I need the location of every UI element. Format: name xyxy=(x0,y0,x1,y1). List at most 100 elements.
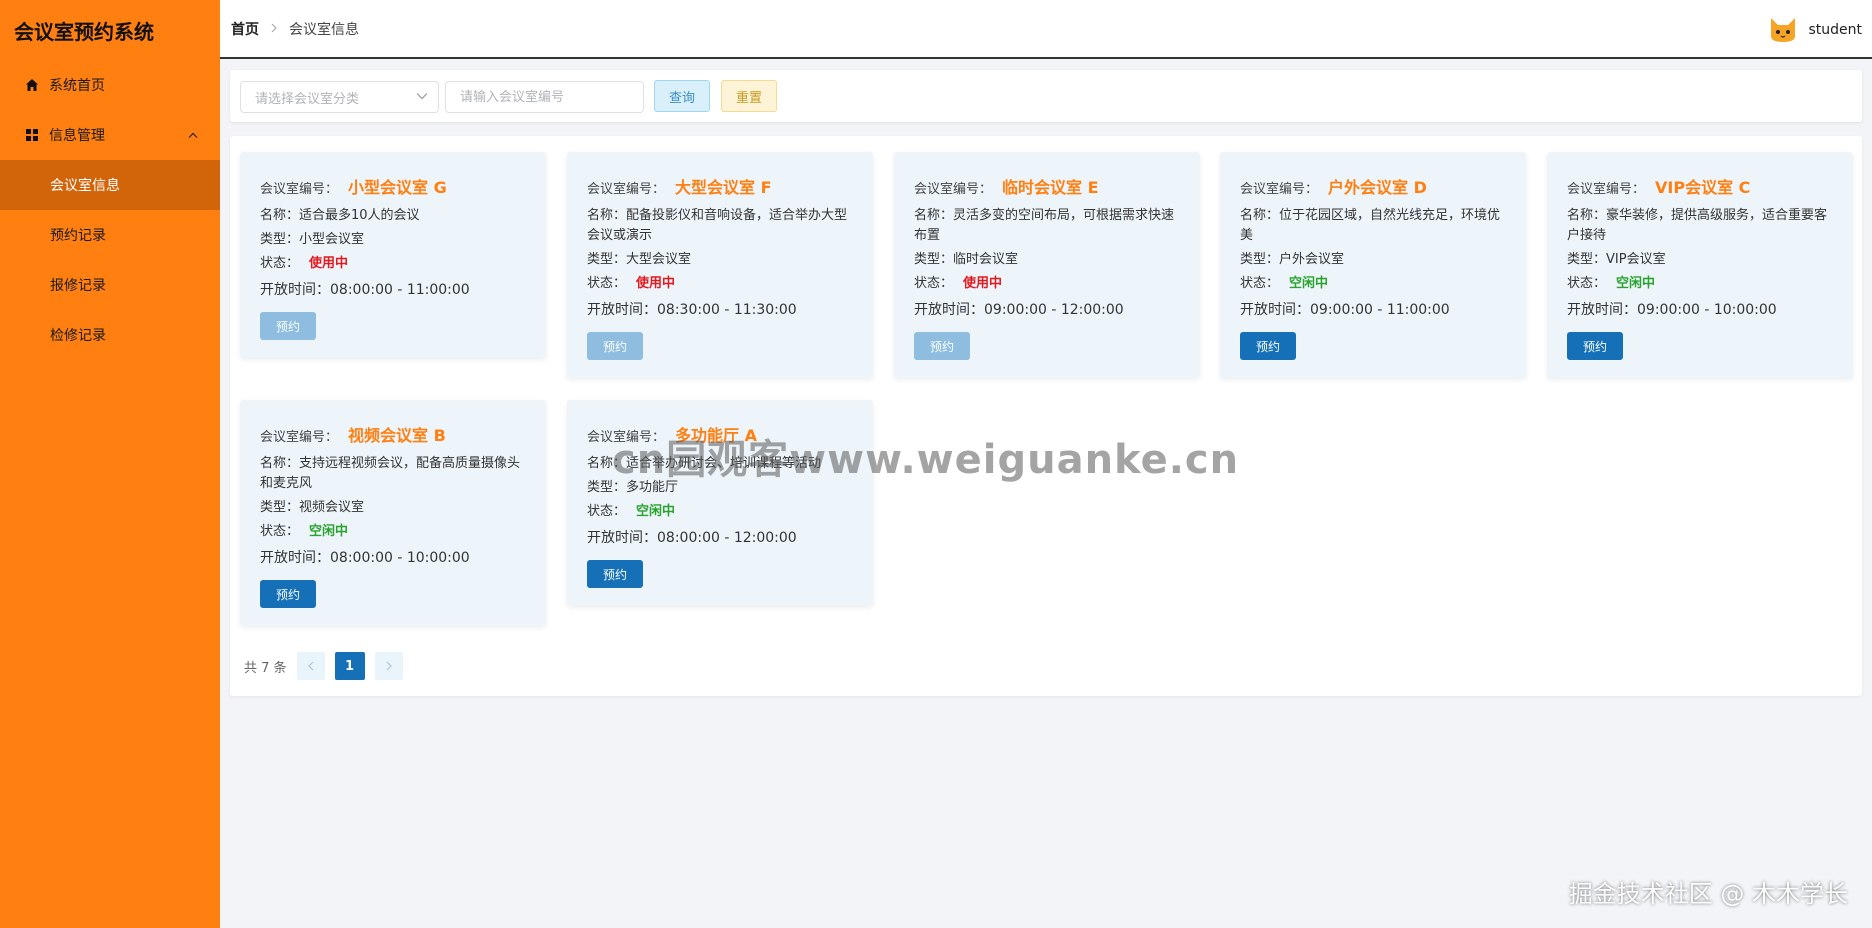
username: student xyxy=(1808,22,1862,38)
next-page-button[interactable] xyxy=(374,652,403,680)
room-title-row: 会议室编号： 临时会议室 E xyxy=(914,174,1180,198)
book-button[interactable]: 预约 xyxy=(260,312,316,340)
room-title-row: 会议室编号： 视频会议室 B xyxy=(260,422,526,446)
breadcrumb: 首页 会议室信息 xyxy=(220,19,359,39)
room-title: 临时会议室 E xyxy=(1002,178,1099,197)
room-title-row: 会议室编号： VIP会议室 C xyxy=(1567,174,1833,198)
room-type-row: 类型：大型会议室 xyxy=(587,250,853,270)
room-title: VIP会议室 C xyxy=(1655,178,1751,197)
sidebar-item-label: 系统首页 xyxy=(49,78,105,94)
sidebar-item-label: 会议室信息 xyxy=(50,178,120,194)
status-badge: 使用中 xyxy=(309,256,349,271)
chevron-left-icon xyxy=(307,661,313,671)
total-count: 共 7 条 xyxy=(244,660,287,676)
room-hours-row: 开放时间：09:00:00 - 11:00:00 xyxy=(1240,300,1506,320)
book-button[interactable]: 预约 xyxy=(1567,332,1623,360)
user-menu[interactable]: student xyxy=(1768,16,1862,44)
status-badge: 使用中 xyxy=(636,276,676,291)
chevron-up-icon xyxy=(188,129,198,142)
reset-button[interactable]: 重置 xyxy=(721,80,777,112)
status-badge: 空闲中 xyxy=(1616,276,1656,291)
room-code-input[interactable] xyxy=(445,81,644,113)
status-badge: 空闲中 xyxy=(309,524,349,539)
room-type: VIP会议室 xyxy=(1606,252,1666,267)
room-status-label: 状态： xyxy=(260,256,300,271)
room-status-label: 状态： xyxy=(587,276,627,291)
room-title: 户外会议室 D xyxy=(1328,178,1427,197)
cat-avatar-icon xyxy=(1768,16,1798,44)
room-type-label: 类型： xyxy=(260,232,300,247)
sidebar-item-inspection-records[interactable]: 检修记录 xyxy=(0,310,220,360)
top-header: 首页 会议室信息 student xyxy=(220,0,1872,59)
chevron-right-icon xyxy=(271,22,277,36)
prev-page-button[interactable] xyxy=(296,652,325,680)
sidebar-item-label: 检修记录 xyxy=(50,328,106,344)
room-type-label: 类型： xyxy=(1240,252,1280,267)
room-type-label: 类型： xyxy=(914,252,954,267)
book-button[interactable]: 预约 xyxy=(914,332,970,360)
pagination: 共 7 条 1 xyxy=(244,652,403,680)
breadcrumb-current: 会议室信息 xyxy=(289,21,359,38)
room-title-row: 会议室编号： 大型会议室 F xyxy=(587,174,853,198)
sidebar-item-label: 信息管理 xyxy=(49,128,105,144)
room-hours-row: 开放时间：08:00:00 - 10:00:00 xyxy=(260,548,526,568)
category-placeholder: 请选择会议室分类 xyxy=(255,91,360,107)
room-type-row: 类型：VIP会议室 xyxy=(1567,250,1833,270)
room-title-row: 会议室编号： 小型会议室 G xyxy=(260,174,526,198)
category-select[interactable]: 请选择会议室分类 xyxy=(240,81,439,113)
sidebar-item-repair-records[interactable]: 报修记录 xyxy=(0,260,220,310)
room-code-label: 会议室编号： xyxy=(587,182,666,197)
room-type-row: 类型：临时会议室 xyxy=(914,250,1180,270)
room-name-row: 名称：灵活多变的空间布局，可根据需求快速布置 xyxy=(914,206,1180,246)
room-hours: 09:00:00 - 11:00:00 xyxy=(1310,302,1450,318)
book-button[interactable]: 预约 xyxy=(587,332,643,360)
room-status-row: 状态： 空闲中 xyxy=(587,502,853,522)
room-hours-row: 开放时间：09:00:00 - 10:00:00 xyxy=(1567,300,1833,320)
room-status-label: 状态： xyxy=(914,276,954,291)
room-hours-label: 开放时间： xyxy=(587,530,657,546)
room-hours-label: 开放时间： xyxy=(587,302,657,318)
book-button[interactable]: 预约 xyxy=(260,580,316,608)
breadcrumb-home[interactable]: 首页 xyxy=(231,19,259,39)
room-hours-label: 开放时间： xyxy=(1567,302,1637,318)
room-type-row: 类型：视频会议室 xyxy=(260,498,526,518)
book-button[interactable]: 预约 xyxy=(1240,332,1296,360)
room-type-row: 类型：户外会议室 xyxy=(1240,250,1506,270)
sidebar-item-home[interactable]: 系统首页 xyxy=(0,60,220,110)
query-button[interactable]: 查询 xyxy=(654,80,710,112)
room-name-label: 名称： xyxy=(260,456,300,471)
room-hours: 09:00:00 - 10:00:00 xyxy=(1637,302,1777,318)
room-status-row: 状态： 使用中 xyxy=(587,274,853,294)
room-code-label: 会议室编号： xyxy=(1240,182,1319,197)
room-code-label: 会议室编号： xyxy=(260,182,339,197)
room-title-row: 会议室编号： 户外会议室 D xyxy=(1240,174,1506,198)
chevron-down-icon xyxy=(416,90,428,103)
room-name-row: 名称：支持远程视频会议，配备高质量摄像头和麦克风 xyxy=(260,454,526,494)
status-badge: 使用中 xyxy=(963,276,1003,291)
room-card: 会议室编号： 小型会议室 G 名称：适合最多10人的会议 类型：小型会议室 状态： 使用中… xyxy=(240,152,546,358)
room-hours-row: 开放时间：09:00:00 - 12:00:00 xyxy=(914,300,1180,320)
grid-icon xyxy=(24,127,40,143)
page-number[interactable]: 1 xyxy=(334,652,365,680)
room-status-row: 状态： 空闲中 xyxy=(1567,274,1833,294)
room-card: 会议室编号： VIP会议室 C 名称：豪华装修，提供高级服务，适合重要客户接待类型：… xyxy=(1547,152,1853,378)
room-status-row: 状态： 使用中 xyxy=(914,274,1180,294)
room-code-label: 会议室编号： xyxy=(260,430,339,445)
sidebar-item-booking-records[interactable]: 预约记录 xyxy=(0,210,220,260)
room-hours-label: 开放时间： xyxy=(1240,302,1310,318)
sidebar-item-label: 报修记录 xyxy=(50,278,106,294)
room-status-label: 状态： xyxy=(1567,276,1607,291)
book-button[interactable]: 预约 xyxy=(587,560,643,588)
sidebar-item-room-info[interactable]: 会议室信息 xyxy=(0,160,220,210)
room-hours: 08:00:00 - 11:00:00 xyxy=(330,282,470,298)
room-type-row: 类型：小型会议室 xyxy=(260,230,526,250)
room-name: 豪华装修，提供高级服务，适合重要客户接待 xyxy=(1567,208,1828,243)
room-name-row: 名称：豪华装修，提供高级服务，适合重要客户接待 xyxy=(1567,206,1833,246)
room-type-label: 类型： xyxy=(587,252,627,267)
room-list-panel: 会议室编号： 小型会议室 G 名称：适合最多10人的会议 类型：小型会议室 状态： 使用中… xyxy=(230,136,1862,696)
sidebar-item-info-management[interactable]: 信息管理 xyxy=(0,110,220,160)
room-type-label: 类型： xyxy=(1567,252,1607,267)
status-badge: 空闲中 xyxy=(636,504,676,519)
room-type: 户外会议室 xyxy=(1279,252,1345,267)
room-hours: 09:00:00 - 12:00:00 xyxy=(984,302,1124,318)
